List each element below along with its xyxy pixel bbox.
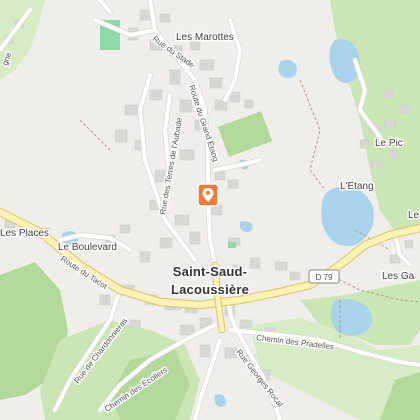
- etang-lake: [321, 186, 375, 247]
- place-label-le-pic: Le Pic: [375, 138, 403, 149]
- road-shield-label: D 79: [316, 273, 333, 282]
- street-label-rue-terres-aubade: Rue des Terres de l'Aubade: [158, 116, 184, 215]
- place-label-les-places: Les Places: [0, 228, 49, 239]
- place-label-les-marottes: Les Marottes: [176, 32, 234, 43]
- pond-sw: [214, 394, 226, 407]
- town-name-line1: Saint-Saud-: [173, 264, 247, 279]
- park-centre: [217, 111, 273, 157]
- place-label-les-ga: Les Ga: [382, 271, 415, 282]
- place-label-l-etang: L'Etang: [340, 181, 374, 192]
- road-shield-d79: D 79: [308, 269, 340, 284]
- town-name-line2: Lacoussière: [171, 282, 249, 297]
- location-marker[interactable]: [197, 183, 219, 207]
- town-label: Saint-Saud- Lacoussière: [169, 263, 250, 299]
- map-pin-icon: [197, 183, 219, 207]
- pond-centre: [240, 221, 253, 233]
- place-label-le-boulevard: Le Boulevard: [58, 242, 117, 253]
- map-view[interactable]: Rue du Stade Route du Grand Étang Rue de…: [0, 0, 420, 420]
- street-label-route-du-tacot: Route du Tacot: [59, 254, 110, 291]
- map-canvas: Rue du Stade Route du Grand Étang Rue de…: [0, 0, 420, 420]
- pond-north: [278, 59, 297, 79]
- place-label-le-edge: Le: [408, 210, 420, 221]
